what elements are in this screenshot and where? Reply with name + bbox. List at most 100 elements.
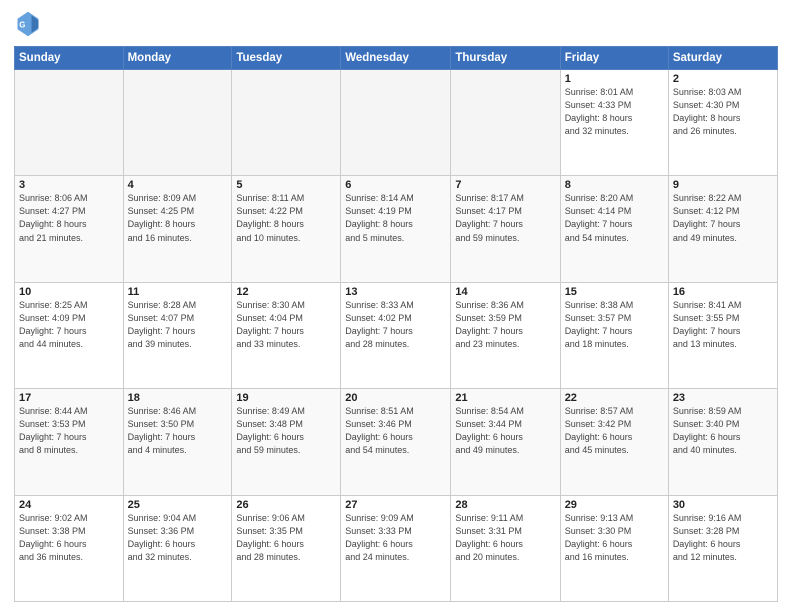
day-info: Sunrise: 8:38 AM Sunset: 3:57 PM Dayligh… [565, 299, 664, 351]
day-info: Sunrise: 8:20 AM Sunset: 4:14 PM Dayligh… [565, 192, 664, 244]
day-info: Sunrise: 8:03 AM Sunset: 4:30 PM Dayligh… [673, 86, 773, 138]
calendar-cell [15, 70, 124, 176]
calendar-week-1: 1Sunrise: 8:01 AM Sunset: 4:33 PM Daylig… [15, 70, 778, 176]
calendar-cell: 15Sunrise: 8:38 AM Sunset: 3:57 PM Dayli… [560, 282, 668, 388]
calendar-cell: 26Sunrise: 9:06 AM Sunset: 3:35 PM Dayli… [232, 495, 341, 601]
calendar-cell: 22Sunrise: 8:57 AM Sunset: 3:42 PM Dayli… [560, 389, 668, 495]
day-number: 7 [455, 179, 555, 191]
calendar-cell: 6Sunrise: 8:14 AM Sunset: 4:19 PM Daylig… [341, 176, 451, 282]
calendar-table: SundayMondayTuesdayWednesdayThursdayFrid… [14, 46, 778, 602]
calendar-cell: 17Sunrise: 8:44 AM Sunset: 3:53 PM Dayli… [15, 389, 124, 495]
day-info: Sunrise: 9:13 AM Sunset: 3:30 PM Dayligh… [565, 512, 664, 564]
day-info: Sunrise: 8:09 AM Sunset: 4:25 PM Dayligh… [128, 192, 228, 244]
day-info: Sunrise: 9:04 AM Sunset: 3:36 PM Dayligh… [128, 512, 228, 564]
day-number: 22 [565, 392, 664, 404]
logo-icon: G [14, 10, 42, 38]
calendar-cell: 18Sunrise: 8:46 AM Sunset: 3:50 PM Dayli… [123, 389, 232, 495]
calendar-cell: 10Sunrise: 8:25 AM Sunset: 4:09 PM Dayli… [15, 282, 124, 388]
day-number: 13 [345, 286, 446, 298]
day-info: Sunrise: 8:14 AM Sunset: 4:19 PM Dayligh… [345, 192, 446, 244]
day-info: Sunrise: 8:30 AM Sunset: 4:04 PM Dayligh… [236, 299, 336, 351]
svg-text:G: G [19, 21, 25, 30]
calendar-cell [232, 70, 341, 176]
header: G [14, 10, 778, 38]
calendar-cell: 30Sunrise: 9:16 AM Sunset: 3:28 PM Dayli… [668, 495, 777, 601]
day-info: Sunrise: 8:49 AM Sunset: 3:48 PM Dayligh… [236, 405, 336, 457]
page: G SundayMondayTuesdayWednesdayThursdayFr… [0, 0, 792, 612]
day-number: 18 [128, 392, 228, 404]
day-number: 6 [345, 179, 446, 191]
day-info: Sunrise: 8:41 AM Sunset: 3:55 PM Dayligh… [673, 299, 773, 351]
calendar-cell: 24Sunrise: 9:02 AM Sunset: 3:38 PM Dayli… [15, 495, 124, 601]
calendar-cell: 19Sunrise: 8:49 AM Sunset: 3:48 PM Dayli… [232, 389, 341, 495]
calendar-week-4: 17Sunrise: 8:44 AM Sunset: 3:53 PM Dayli… [15, 389, 778, 495]
calendar-cell: 16Sunrise: 8:41 AM Sunset: 3:55 PM Dayli… [668, 282, 777, 388]
calendar-col-wednesday: Wednesday [341, 47, 451, 70]
calendar-cell [123, 70, 232, 176]
calendar-week-2: 3Sunrise: 8:06 AM Sunset: 4:27 PM Daylig… [15, 176, 778, 282]
day-number: 12 [236, 286, 336, 298]
day-number: 19 [236, 392, 336, 404]
day-info: Sunrise: 9:09 AM Sunset: 3:33 PM Dayligh… [345, 512, 446, 564]
day-info: Sunrise: 8:59 AM Sunset: 3:40 PM Dayligh… [673, 405, 773, 457]
day-number: 8 [565, 179, 664, 191]
day-info: Sunrise: 8:36 AM Sunset: 3:59 PM Dayligh… [455, 299, 555, 351]
day-number: 16 [673, 286, 773, 298]
calendar-cell: 3Sunrise: 8:06 AM Sunset: 4:27 PM Daylig… [15, 176, 124, 282]
day-number: 17 [19, 392, 119, 404]
day-number: 24 [19, 499, 119, 511]
calendar-cell: 28Sunrise: 9:11 AM Sunset: 3:31 PM Dayli… [451, 495, 560, 601]
day-info: Sunrise: 8:44 AM Sunset: 3:53 PM Dayligh… [19, 405, 119, 457]
day-number: 11 [128, 286, 228, 298]
day-info: Sunrise: 8:54 AM Sunset: 3:44 PM Dayligh… [455, 405, 555, 457]
logo: G [14, 10, 46, 38]
day-number: 3 [19, 179, 119, 191]
day-info: Sunrise: 8:25 AM Sunset: 4:09 PM Dayligh… [19, 299, 119, 351]
calendar-cell: 2Sunrise: 8:03 AM Sunset: 4:30 PM Daylig… [668, 70, 777, 176]
calendar-cell: 9Sunrise: 8:22 AM Sunset: 4:12 PM Daylig… [668, 176, 777, 282]
calendar-cell: 21Sunrise: 8:54 AM Sunset: 3:44 PM Dayli… [451, 389, 560, 495]
day-number: 10 [19, 286, 119, 298]
day-info: Sunrise: 8:46 AM Sunset: 3:50 PM Dayligh… [128, 405, 228, 457]
calendar-col-tuesday: Tuesday [232, 47, 341, 70]
day-number: 28 [455, 499, 555, 511]
calendar-cell: 7Sunrise: 8:17 AM Sunset: 4:17 PM Daylig… [451, 176, 560, 282]
day-number: 15 [565, 286, 664, 298]
calendar-col-saturday: Saturday [668, 47, 777, 70]
calendar-cell [451, 70, 560, 176]
calendar-cell: 12Sunrise: 8:30 AM Sunset: 4:04 PM Dayli… [232, 282, 341, 388]
day-number: 29 [565, 499, 664, 511]
day-info: Sunrise: 9:02 AM Sunset: 3:38 PM Dayligh… [19, 512, 119, 564]
calendar-cell: 23Sunrise: 8:59 AM Sunset: 3:40 PM Dayli… [668, 389, 777, 495]
day-number: 4 [128, 179, 228, 191]
day-number: 20 [345, 392, 446, 404]
calendar-cell: 14Sunrise: 8:36 AM Sunset: 3:59 PM Dayli… [451, 282, 560, 388]
day-info: Sunrise: 8:06 AM Sunset: 4:27 PM Dayligh… [19, 192, 119, 244]
day-info: Sunrise: 8:33 AM Sunset: 4:02 PM Dayligh… [345, 299, 446, 351]
day-number: 5 [236, 179, 336, 191]
calendar-cell: 13Sunrise: 8:33 AM Sunset: 4:02 PM Dayli… [341, 282, 451, 388]
calendar-cell: 5Sunrise: 8:11 AM Sunset: 4:22 PM Daylig… [232, 176, 341, 282]
day-number: 27 [345, 499, 446, 511]
day-number: 26 [236, 499, 336, 511]
day-info: Sunrise: 8:01 AM Sunset: 4:33 PM Dayligh… [565, 86, 664, 138]
day-info: Sunrise: 8:22 AM Sunset: 4:12 PM Dayligh… [673, 192, 773, 244]
calendar-col-monday: Monday [123, 47, 232, 70]
day-number: 14 [455, 286, 555, 298]
day-number: 23 [673, 392, 773, 404]
calendar-cell: 11Sunrise: 8:28 AM Sunset: 4:07 PM Dayli… [123, 282, 232, 388]
calendar-cell [341, 70, 451, 176]
day-number: 1 [565, 73, 664, 85]
day-info: Sunrise: 8:11 AM Sunset: 4:22 PM Dayligh… [236, 192, 336, 244]
calendar-cell: 29Sunrise: 9:13 AM Sunset: 3:30 PM Dayli… [560, 495, 668, 601]
day-info: Sunrise: 8:51 AM Sunset: 3:46 PM Dayligh… [345, 405, 446, 457]
day-info: Sunrise: 8:17 AM Sunset: 4:17 PM Dayligh… [455, 192, 555, 244]
calendar-week-3: 10Sunrise: 8:25 AM Sunset: 4:09 PM Dayli… [15, 282, 778, 388]
calendar-cell: 20Sunrise: 8:51 AM Sunset: 3:46 PM Dayli… [341, 389, 451, 495]
day-number: 2 [673, 73, 773, 85]
day-info: Sunrise: 9:16 AM Sunset: 3:28 PM Dayligh… [673, 512, 773, 564]
day-number: 30 [673, 499, 773, 511]
day-info: Sunrise: 9:11 AM Sunset: 3:31 PM Dayligh… [455, 512, 555, 564]
calendar-cell: 4Sunrise: 8:09 AM Sunset: 4:25 PM Daylig… [123, 176, 232, 282]
day-info: Sunrise: 8:28 AM Sunset: 4:07 PM Dayligh… [128, 299, 228, 351]
